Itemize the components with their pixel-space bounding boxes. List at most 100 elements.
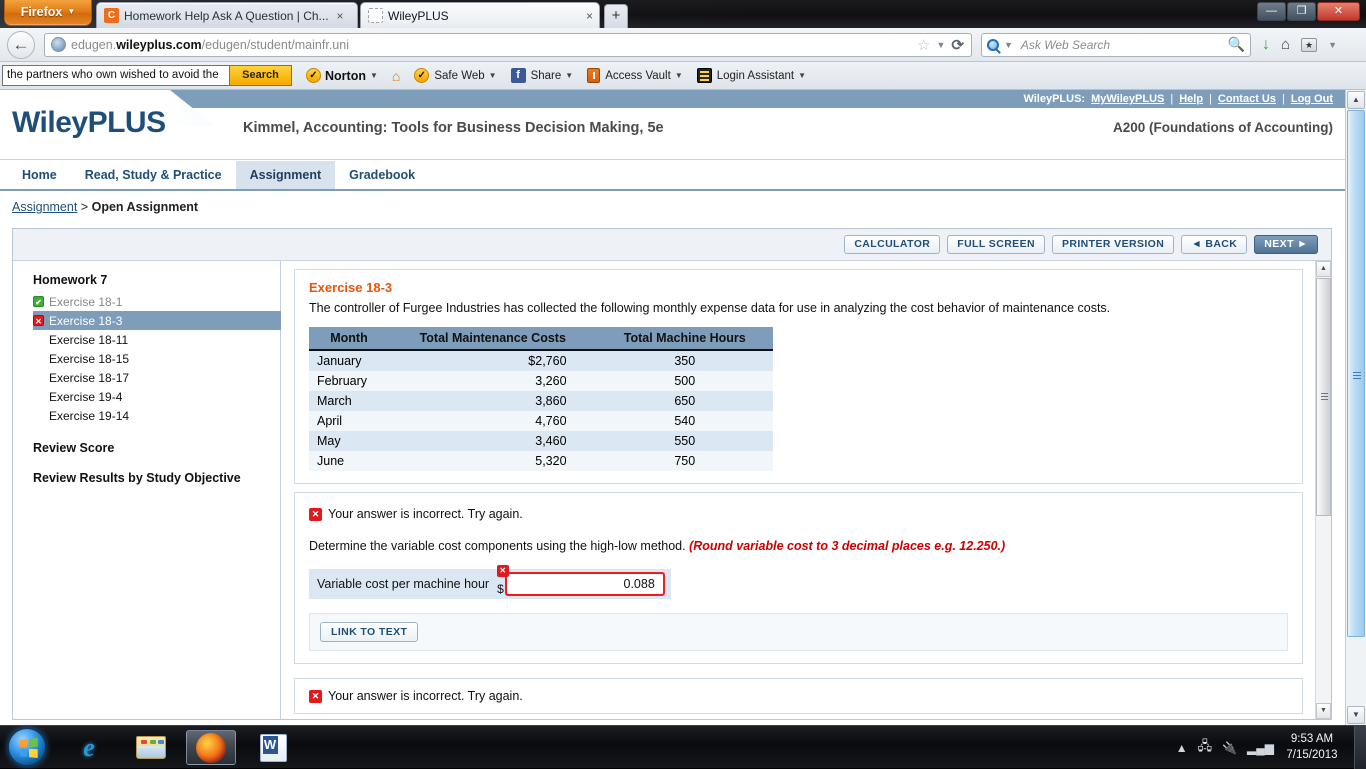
web-search-box[interactable]: ▼ Ask Web Search 🔍 xyxy=(981,33,1251,57)
sidebar-item-exercise-18-17[interactable]: Exercise 18-17 xyxy=(33,368,281,387)
signal-bars-icon[interactable]: ▂▄▆ xyxy=(1247,741,1274,755)
search-input[interactable]: Ask Web Search xyxy=(1021,38,1110,52)
next-feedback-text: Your answer is incorrect. Try again. xyxy=(328,689,523,703)
contact-us-link[interactable]: Contact Us xyxy=(1218,93,1276,105)
chegg-favicon: C xyxy=(104,8,119,23)
assignment-panel: CALCULATOR FULL SCREEN PRINTER VERSION ◄… xyxy=(12,228,1332,720)
tab-home[interactable]: Home xyxy=(8,161,71,189)
chevron-down-icon[interactable]: ▼ xyxy=(1328,40,1337,50)
scrollbar-thumb[interactable] xyxy=(1347,110,1365,637)
home-icon[interactable]: ⌂ xyxy=(1281,36,1290,53)
show-hidden-icons-icon[interactable]: ▲ xyxy=(1176,741,1188,755)
review-results-link[interactable]: Review Results by Study Objective xyxy=(33,471,280,485)
firefox-app-menu-label: Firefox xyxy=(21,5,63,19)
close-icon[interactable]: × xyxy=(337,9,344,23)
taskbar-windows-explorer[interactable] xyxy=(126,730,176,765)
calculator-button[interactable]: CALCULATOR xyxy=(844,235,940,254)
content-scrollbar[interactable]: ▲ ▼ xyxy=(1315,261,1331,719)
taskbar-firefox[interactable] xyxy=(186,730,236,765)
taskbar-clock[interactable]: 9:53 AM 7/15/2013 xyxy=(1280,731,1344,763)
addons-toolbar: the partners who own wished to avoid the… xyxy=(0,62,1366,90)
sidebar-item-label: Exercise 18-11 xyxy=(49,333,128,347)
cell-hours: 350 xyxy=(597,350,773,371)
access-vault-menu[interactable]: Access Vault ▼ xyxy=(587,68,683,83)
safe-web-menu[interactable]: ✓ Safe Web ▼ xyxy=(414,68,496,83)
taskbar-microsoft-word[interactable] xyxy=(248,730,298,765)
search-submit-icon[interactable]: 🔍 xyxy=(1228,36,1245,53)
sidebar-item-exercise-19-14[interactable]: Exercise 19-14 xyxy=(33,406,281,425)
correct-check-icon: ✔ xyxy=(33,296,44,307)
tab-read-study-practice[interactable]: Read, Study & Practice xyxy=(71,161,236,189)
ask-search-button[interactable]: Search xyxy=(229,66,291,85)
tab-gradebook[interactable]: Gradebook xyxy=(335,161,429,189)
review-score-link[interactable]: Review Score xyxy=(33,441,280,455)
taskbar-internet-explorer[interactable]: e xyxy=(64,730,114,765)
browser-tab-wileyplus[interactable]: WileyPLUS × xyxy=(360,2,600,28)
cell-month: January xyxy=(309,350,389,371)
power-icon[interactable]: 🔌 xyxy=(1222,741,1237,755)
ask-search-input[interactable]: the partners who own wished to avoid the xyxy=(3,66,229,85)
norton-menu[interactable]: ✓ Norton ▼ xyxy=(306,68,378,83)
table-row: February 3,260 500 xyxy=(309,371,773,391)
show-desktop-button[interactable] xyxy=(1354,726,1366,769)
new-tab-button[interactable]: + xyxy=(604,4,628,28)
scroll-up-icon[interactable]: ▲ xyxy=(1347,91,1365,109)
log-out-link[interactable]: Log Out xyxy=(1291,93,1333,105)
scrollbar-thumb[interactable] xyxy=(1316,278,1331,516)
restore-button[interactable]: ❐ xyxy=(1287,2,1316,21)
my-wileyplus-link[interactable]: MyWileyPLUS xyxy=(1091,93,1164,105)
reload-icon[interactable]: ⟳ xyxy=(951,36,964,54)
close-window-button[interactable]: ✕ xyxy=(1317,2,1360,21)
chevron-down-icon[interactable]: ▼ xyxy=(937,40,946,50)
browser-page-scrollbar[interactable]: ▲ ▼ xyxy=(1345,90,1366,725)
window-controls: — ❐ ✕ xyxy=(1257,2,1360,21)
close-icon[interactable]: × xyxy=(586,9,593,23)
full-screen-button[interactable]: FULL SCREEN xyxy=(947,235,1045,254)
cell-cost: 3,460 xyxy=(389,431,597,451)
windows-taskbar: e ▲ 🖧 🔌 ▂▄▆ 9:53 AM 7/15/2013 xyxy=(0,725,1366,768)
start-button[interactable] xyxy=(8,728,46,766)
sidebar-item-exercise-19-4[interactable]: Exercise 19-4 xyxy=(33,387,281,406)
question-prompt: Determine the variable cost components u… xyxy=(309,539,1288,553)
chevron-down-icon[interactable]: ▼ xyxy=(1004,40,1013,50)
scroll-down-icon[interactable]: ▼ xyxy=(1316,703,1331,719)
share-menu[interactable]: f Share ▼ xyxy=(511,68,574,83)
printer-version-button[interactable]: PRINTER VERSION xyxy=(1052,235,1174,254)
maintenance-cost-table: Month Total Maintenance Costs Total Mach… xyxy=(309,327,773,471)
bookmarks-icon[interactable]: ★ xyxy=(1301,38,1317,52)
browser-tab-chegg[interactable]: C Homework Help Ask A Question | Ch... × xyxy=(96,2,358,28)
sidebar-item-exercise-18-3[interactable]: ✕ Exercise 18-3 xyxy=(33,311,281,330)
scroll-down-icon[interactable]: ▼ xyxy=(1347,706,1365,724)
next-button[interactable]: NEXT ► xyxy=(1254,235,1318,254)
sidebar-item-exercise-18-15[interactable]: Exercise 18-15 xyxy=(33,349,281,368)
variable-cost-input[interactable]: ✕ 0.088 xyxy=(505,572,665,596)
login-assistant-label: Login Assistant xyxy=(717,70,794,82)
minimize-button[interactable]: — xyxy=(1257,2,1286,21)
ask-toolbar-search[interactable]: the partners who own wished to avoid the… xyxy=(2,65,292,86)
link-to-text-button[interactable]: LINK TO TEXT xyxy=(320,622,418,642)
exercise-content: Exercise 18-3 The controller of Furgee I… xyxy=(282,261,1331,719)
currency-symbol: $ xyxy=(497,582,504,596)
sidebar-item-exercise-18-1[interactable]: ✔ Exercise 18-1 xyxy=(33,292,281,311)
back-button[interactable]: ← xyxy=(7,31,35,59)
breadcrumb-current: Open Assignment xyxy=(92,200,199,214)
bookmark-star-icon[interactable]: ☆ xyxy=(917,36,930,54)
answer-row: Variable cost per machine hour $ ✕ 0.088 xyxy=(309,569,671,599)
scroll-up-icon[interactable]: ▲ xyxy=(1316,261,1331,277)
home-icon: ⌂ xyxy=(392,68,400,84)
help-link[interactable]: Help xyxy=(1179,93,1203,105)
firefox-app-menu-button[interactable]: Firefox▼ xyxy=(4,0,92,26)
back-button[interactable]: ◄ BACK xyxy=(1181,235,1247,254)
toolbar-home-button[interactable]: ⌂ xyxy=(392,68,400,84)
address-bar[interactable]: edugen.wileyplus.com/edugen/student/main… xyxy=(44,33,972,57)
login-assistant-menu[interactable]: Login Assistant ▼ xyxy=(697,68,806,83)
breadcrumb-separator: > xyxy=(81,200,88,214)
sidebar-item-exercise-18-11[interactable]: Exercise 18-11 xyxy=(33,330,281,349)
column-header-month: Month xyxy=(309,327,389,350)
internet-explorer-icon: e xyxy=(83,733,95,763)
network-warning-icon[interactable]: 🖧 xyxy=(1198,737,1213,759)
breadcrumb-assignment-link[interactable]: Assignment xyxy=(12,200,77,214)
downloads-icon[interactable]: ↓ xyxy=(1262,36,1270,54)
firefox-icon xyxy=(196,733,226,763)
tab-assignment[interactable]: Assignment xyxy=(236,161,336,189)
